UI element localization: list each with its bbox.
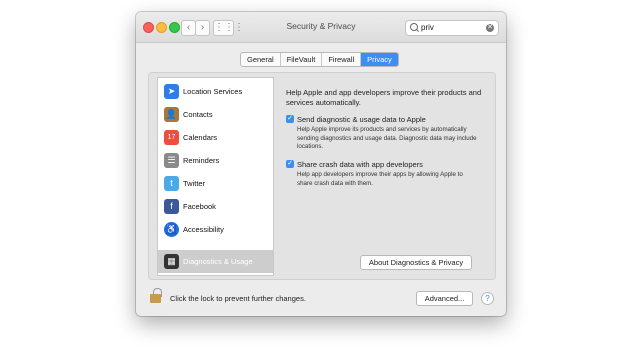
contacts-book-icon: 👤 bbox=[164, 107, 179, 122]
search-icon bbox=[410, 23, 418, 31]
send-diagnostics-description: Help Apple improve its products and serv… bbox=[297, 126, 477, 150]
send-diagnostics-label[interactable]: Send diagnostic & usage data to Apple bbox=[297, 115, 426, 124]
sidebar-item-label: Contacts bbox=[183, 110, 213, 119]
preferences-window: ‹ › ⋮⋮⋮ Security & Privacy priv ✕ Genera… bbox=[136, 12, 506, 316]
twitter-bird-icon: t bbox=[164, 176, 179, 191]
reminders-list-icon: ☰ bbox=[164, 153, 179, 168]
clear-search-icon[interactable]: ✕ bbox=[486, 24, 494, 32]
lock-body bbox=[150, 294, 161, 303]
tab-filevault[interactable]: FileVault bbox=[281, 53, 323, 66]
share-crash-data-checkbox[interactable]: ✓ bbox=[286, 160, 294, 168]
diagnostics-chart-icon: ▦ bbox=[164, 254, 179, 269]
lock-instruction-text: Click the lock to prevent further change… bbox=[170, 294, 306, 303]
tab-bar: General FileVault Firewall Privacy bbox=[240, 52, 399, 67]
sidebar-item-label: Twitter bbox=[183, 179, 206, 188]
lock-icon[interactable] bbox=[149, 288, 162, 303]
share-crash-data-description: Help app developers improve their apps b… bbox=[297, 171, 463, 187]
sidebar-item-twitter[interactable]: t Twitter bbox=[158, 172, 273, 195]
sidebar-item-accessibility[interactable]: ♿ Accessibility bbox=[158, 218, 273, 241]
sidebar-item-diagnostics-usage[interactable]: ▦ Diagnostics & Usage bbox=[158, 250, 273, 273]
share-crash-data-label[interactable]: Share crash data with app developers bbox=[297, 160, 423, 169]
sidebar-item-label: Accessibility bbox=[183, 225, 224, 234]
accessibility-figure-icon: ♿ bbox=[164, 222, 179, 237]
search-field[interactable]: priv ✕ bbox=[405, 20, 499, 36]
sidebar-item-contacts[interactable]: 👤 Contacts bbox=[158, 103, 273, 126]
send-diagnostics-checkbox[interactable]: ✓ bbox=[286, 115, 294, 123]
tab-firewall[interactable]: Firewall bbox=[322, 53, 362, 66]
facebook-logo-icon: f bbox=[164, 199, 179, 214]
calendar-icon: 17 bbox=[164, 130, 179, 145]
location-arrow-icon: ➤ bbox=[164, 84, 179, 99]
about-diagnostics-privacy-button[interactable]: About Diagnostics & Privacy bbox=[360, 255, 472, 270]
sidebar-item-calendars[interactable]: 17 Calendars bbox=[158, 126, 273, 149]
sidebar-item-label: Diagnostics & Usage bbox=[183, 257, 253, 266]
sidebar-item-label: Reminders bbox=[183, 156, 220, 165]
diagnostics-intro-text: Help Apple and app developers improve th… bbox=[286, 88, 482, 107]
help-button[interactable]: ? bbox=[481, 292, 494, 305]
sidebar-item-location-services[interactable]: ➤ Location Services bbox=[158, 80, 273, 103]
sidebar-item-label: Facebook bbox=[183, 202, 216, 211]
search-input[interactable]: priv bbox=[421, 23, 434, 32]
tab-general[interactable]: General bbox=[241, 53, 281, 66]
sidebar-item-facebook[interactable]: f Facebook bbox=[158, 195, 273, 218]
sidebar-item-label: Calendars bbox=[183, 133, 218, 142]
sidebar-item-label: Location Services bbox=[183, 87, 243, 96]
sidebar-item-reminders[interactable]: ☰ Reminders bbox=[158, 149, 273, 172]
advanced-button[interactable]: Advanced... bbox=[416, 291, 473, 306]
tab-privacy[interactable]: Privacy bbox=[361, 53, 398, 66]
privacy-sidebar: ➤ Location Services 👤 Contacts 17 Calend… bbox=[157, 77, 274, 276]
title-bar: ‹ › ⋮⋮⋮ Security & Privacy priv ✕ bbox=[136, 12, 506, 43]
